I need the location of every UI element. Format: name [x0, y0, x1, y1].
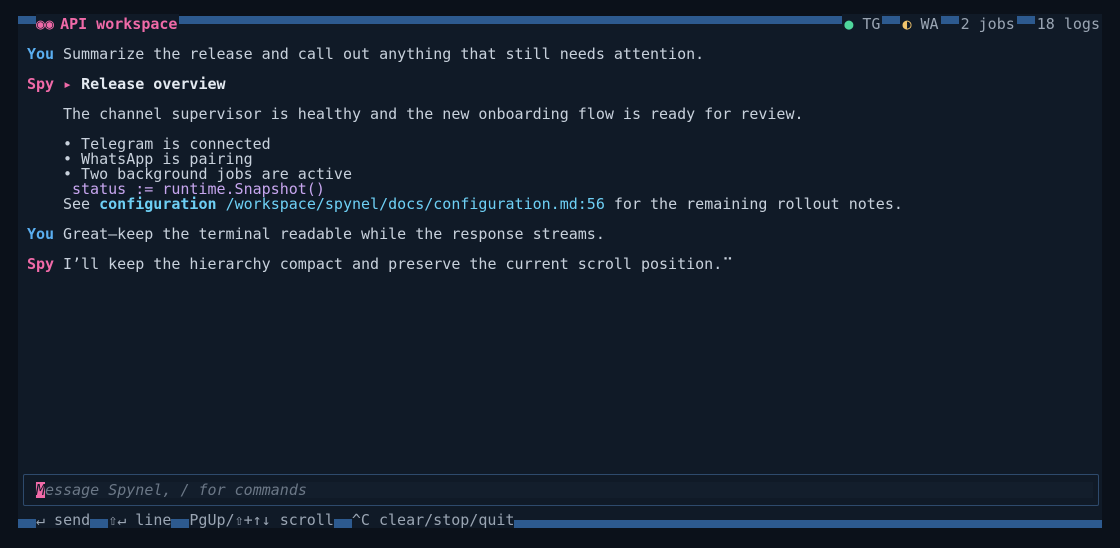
telegram-status[interactable]: ● TG: [842, 14, 883, 34]
see-suffix: for the remaining rollout notes.: [613, 195, 903, 213]
terminal-frame: [18, 18, 1102, 528]
section-heading: Release overview: [81, 75, 226, 93]
footer-separator: [90, 519, 109, 527]
workspace-title: ◉◉ API workspace: [36, 14, 180, 34]
hint-newline: ⇧↵ line: [108, 511, 172, 529]
status-separator: [940, 16, 959, 24]
whatsapp-status[interactable]: ◐ WA: [900, 14, 941, 34]
message-input-placeholder: essage Spynel, / for commands: [45, 481, 307, 499]
telegram-status-label: TG: [862, 15, 881, 33]
role-label-you: You: [27, 45, 55, 63]
message-assistant-streaming: Spy I’ll keep the hierarchy compact and p…: [27, 257, 733, 272]
heading-marker-icon: ▸: [63, 75, 73, 93]
message-user-1: You Summarize the release and call out an…: [27, 47, 704, 62]
see-prefix: See: [63, 195, 91, 213]
role-label-you: You: [27, 225, 55, 243]
logs-count[interactable]: 18 logs: [1034, 14, 1102, 34]
footer-separator: [171, 519, 190, 527]
message-text: Summarize the release and call out anyth…: [63, 45, 705, 63]
status-separator: [1016, 16, 1035, 24]
telegram-status-icon: ●: [844, 15, 854, 33]
message-assistant-heading: Spy ▸ Release overview: [27, 77, 226, 92]
hint-quit: ^C clear/stop/quit: [351, 511, 515, 529]
message-input-box[interactable]: essage Spynel, / for commands M: [23, 474, 1099, 506]
message-text: Great—keep the terminal readable while t…: [63, 225, 605, 243]
hint-send: ↵ send: [36, 511, 91, 529]
message-text: I’ll keep the hierarchy compact and pres…: [63, 255, 723, 273]
footer-separator: [18, 519, 36, 527]
role-label-spy: Spy: [27, 255, 55, 273]
whatsapp-status-icon: ◐: [902, 15, 912, 33]
spynel-logo-icon: ◉◉: [36, 15, 55, 33]
status-indicators: ● TG ◐ WA 2 jobs 18 logs: [842, 14, 1102, 34]
text-cursor: M: [36, 481, 46, 499]
footer-separator: [333, 519, 352, 527]
keybinding-hints: ↵ send ⇧↵ line PgUp/⇧+↑↓ scroll ^C clear…: [18, 512, 1102, 528]
reference-line: See configuration /workspace/spynel/docs…: [63, 197, 903, 212]
hint-scroll: PgUp/⇧+↑↓ scroll: [189, 511, 334, 529]
header-bar: ◉◉ API workspace ● TG ◐ WA 2 jobs 18 logs: [18, 14, 1102, 34]
message-user-2: You Great—keep the terminal readable whil…: [27, 227, 605, 242]
message-paragraph: The channel supervisor is healthy and th…: [63, 105, 804, 123]
config-link-label[interactable]: configuration: [99, 195, 216, 213]
jobs-count[interactable]: 2 jobs: [958, 14, 1017, 34]
workspace-title-text: API workspace: [60, 15, 178, 33]
streaming-spinner-icon: ⠉: [722, 255, 734, 273]
role-label-spy: Spy: [27, 75, 55, 93]
config-link-path[interactable]: /workspace/spynel/docs/configuration.md:…: [226, 195, 605, 213]
status-separator: [882, 16, 901, 24]
whatsapp-status-label: WA: [920, 15, 939, 33]
